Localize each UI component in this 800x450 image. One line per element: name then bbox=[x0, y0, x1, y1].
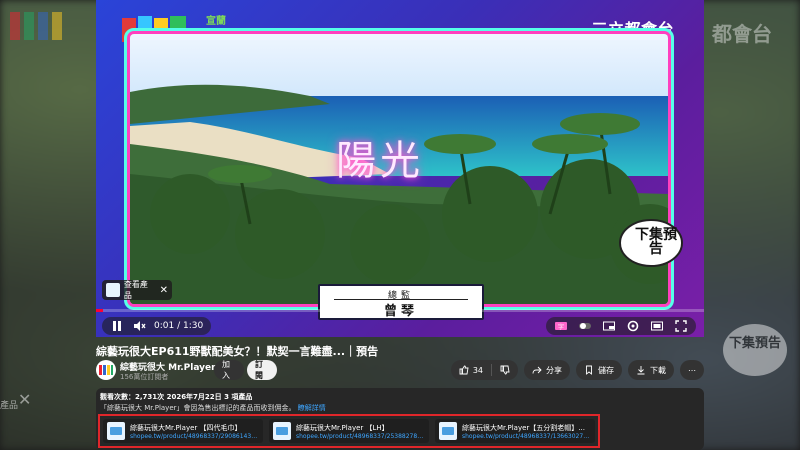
product-thumbnail bbox=[273, 422, 291, 440]
product-thumb-icon bbox=[106, 283, 120, 297]
product-name: 綜藝玩很大Mr.Player【五分割老帽】... bbox=[462, 423, 585, 432]
product-card[interactable]: 綜藝玩很大Mr.Player【五分割老帽】... shopee.tw/produ… bbox=[435, 419, 595, 443]
ambient-logo bbox=[10, 12, 62, 40]
like-button[interactable]: 34 bbox=[451, 360, 491, 380]
learn-more-link[interactable]: 瞭解詳情 bbox=[298, 404, 326, 412]
subscriber-count: 156萬位訂閱者 bbox=[120, 373, 169, 381]
share-label: 分享 bbox=[546, 365, 562, 375]
scene-caption: 陽光 bbox=[336, 138, 424, 184]
product-thumbnail bbox=[439, 422, 457, 440]
view-products-pill[interactable]: 查看產品 ✕ bbox=[102, 280, 172, 300]
controls-right: 字 bbox=[546, 317, 696, 335]
sponsor-title: 宣蘭 bbox=[206, 16, 226, 27]
ambient-left-label: 產品 bbox=[0, 401, 19, 411]
commission-note-text: 「綜藝玩很大 Mr.Player」會因為售出標記的產品而收到佣金。 bbox=[100, 404, 296, 412]
player-controls: 0:01 / 1:30 字 bbox=[96, 309, 704, 337]
download-button[interactable]: 下載 bbox=[628, 360, 674, 380]
share-button[interactable]: 分享 bbox=[524, 360, 570, 380]
bookmark-icon bbox=[586, 365, 592, 375]
description-box[interactable]: 觀看次數：2,731次 2026年7月22日 3 項產品 「綜藝玩很大 Mr.P… bbox=[96, 388, 704, 450]
product-card[interactable]: 綜藝玩很大Mr.Player 【LH】 shopee.tw/product/48… bbox=[269, 419, 429, 443]
pause-icon[interactable] bbox=[110, 319, 124, 333]
product-card[interactable]: 綜藝玩很大Mr.Player 【四代毛巾】 shopee.tw/product/… bbox=[103, 419, 263, 443]
preview-badge-text: 下集預告 bbox=[635, 227, 677, 257]
product-list: 綜藝玩很大Mr.Player 【四代毛巾】 shopee.tw/product/… bbox=[98, 414, 600, 448]
controls-left: 0:01 / 1:30 bbox=[102, 317, 212, 335]
channel-avatar[interactable] bbox=[96, 360, 116, 380]
save-label: 儲存 bbox=[598, 365, 614, 375]
subtitles-icon[interactable]: 字 bbox=[554, 319, 568, 333]
progress-fill bbox=[96, 309, 103, 312]
more-actions-button[interactable]: ⋯ bbox=[680, 360, 704, 380]
more-icon: ⋯ bbox=[688, 365, 696, 375]
volume-muted-icon[interactable] bbox=[132, 319, 146, 333]
product-url[interactable]: shopee.tw/product/48968337/1366302785... bbox=[462, 433, 591, 440]
svg-text:字: 字 bbox=[558, 323, 564, 331]
product-name: 綜藝玩很大Mr.Player 【四代毛巾】 bbox=[130, 423, 242, 432]
action-bar: 34 分享 儲存 下載 ⋯ bbox=[450, 360, 704, 380]
dislike-button[interactable] bbox=[492, 360, 518, 380]
share-arrow-icon bbox=[532, 366, 542, 374]
like-count: 34 bbox=[472, 365, 483, 375]
save-button[interactable]: 儲存 bbox=[576, 360, 622, 380]
commission-note: 「綜藝玩很大 Mr.Player」會因為售出標記的產品而收到佣金。 瞭解詳情 bbox=[100, 403, 326, 413]
fullscreen-icon[interactable] bbox=[674, 319, 688, 333]
channel-logo-icon bbox=[99, 365, 113, 375]
like-dislike-group: 34 bbox=[450, 360, 518, 380]
product-name: 綜藝玩很大Mr.Player 【LH】 bbox=[296, 423, 389, 432]
video-player[interactable]: 宣蘭 赫蒂法莊園 三立都會台 bbox=[96, 0, 704, 337]
thumbs-up-icon bbox=[459, 365, 469, 375]
product-url[interactable]: shopee.tw/product/48968337/2538827856... bbox=[296, 433, 425, 440]
ambient-broadcaster-text: 都會台 bbox=[712, 22, 772, 46]
join-button[interactable]: 加入 bbox=[214, 360, 244, 380]
autoplay-toggle-icon[interactable] bbox=[578, 319, 592, 333]
settings-gear-icon[interactable] bbox=[626, 319, 640, 333]
product-thumbnail bbox=[107, 422, 125, 440]
ambient-close-icon: ✕ bbox=[18, 390, 32, 409]
theater-mode-icon[interactable] bbox=[650, 319, 664, 333]
thumbs-down-icon bbox=[500, 365, 510, 375]
progress-bar[interactable] bbox=[96, 309, 704, 312]
subscribe-button[interactable]: 訂閱 bbox=[247, 360, 277, 380]
video-title: 綜藝玩很大EP611野獸配美女？！默契一言難盡...｜預告 bbox=[96, 345, 379, 358]
ambient-preview-badge: 下集預告 bbox=[723, 324, 787, 376]
view-products-label: 查看產品 bbox=[123, 280, 148, 300]
timecode: 0:01 / 1:30 bbox=[154, 321, 204, 331]
download-icon bbox=[637, 366, 645, 375]
view-count-date: 觀看次數：2,731次 2026年7月22日 3 項產品 bbox=[100, 393, 253, 401]
miniplayer-icon[interactable] bbox=[602, 319, 616, 333]
ambient-badge-text: 下集預告 bbox=[729, 335, 781, 351]
product-url[interactable]: shopee.tw/product/48968337/2908614390... bbox=[130, 433, 259, 440]
close-icon[interactable]: ✕ bbox=[160, 285, 168, 296]
download-label: 下載 bbox=[650, 365, 666, 375]
